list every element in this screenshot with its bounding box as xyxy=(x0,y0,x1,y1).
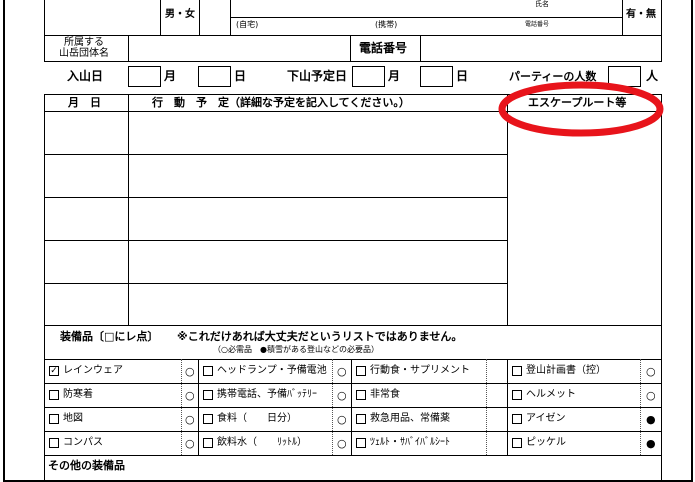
mobile-phone-label: (携帯) xyxy=(375,20,398,29)
equipment-checkbox[interactable] xyxy=(356,414,366,424)
equipment-checkbox[interactable] xyxy=(356,366,366,376)
schedule-plan-header: 行 動 予 定（詳細な予定を記入してください。） xyxy=(152,96,410,109)
escape-route-field[interactable] xyxy=(508,112,661,326)
org-row xyxy=(44,35,662,62)
equipment-checkbox[interactable] xyxy=(512,414,522,424)
equipment-title: 装備品〔□にレ点〕 xyxy=(60,330,159,343)
equipment-mark: ○ xyxy=(646,389,656,402)
equipment-item-label: レインウェア xyxy=(63,365,123,376)
equipment-item-label: 行動食・サプリメント xyxy=(370,365,470,376)
exit-month-field[interactable] xyxy=(352,66,385,87)
equipment-item-label: 地図 xyxy=(63,413,83,424)
equipment-mark: ● xyxy=(646,437,656,450)
org-phone-label: 電話番号 xyxy=(359,41,408,55)
schedule-row[interactable] xyxy=(129,112,506,154)
equipment-item-label: 防寒着 xyxy=(63,389,93,400)
equipment-checkbox[interactable] xyxy=(49,438,59,448)
equipment-checkbox[interactable] xyxy=(356,390,366,400)
home-phone-label: (自宅) xyxy=(236,20,259,29)
equipment-item-label: ヘルメット xyxy=(526,389,576,400)
month-unit: 月 xyxy=(164,69,177,83)
org-label-line2: 山岳団体名 xyxy=(59,48,109,59)
equipment-mark: ○ xyxy=(646,365,656,378)
equipment-mark: ○ xyxy=(185,389,195,402)
equipment-mark: ● xyxy=(646,413,656,426)
equipment-checkbox[interactable] xyxy=(203,438,213,448)
sex-option[interactable]: 男・女 xyxy=(165,10,195,20)
schedule-row[interactable] xyxy=(129,198,506,240)
equipment-checkbox[interactable] xyxy=(512,366,522,376)
equipment-checkbox[interactable] xyxy=(356,438,366,448)
equipment-item-label: 登山計画書（控） xyxy=(526,365,606,376)
equipment-mark: ○ xyxy=(337,413,347,426)
enter-day-field[interactable] xyxy=(198,66,231,87)
schedule-row[interactable] xyxy=(129,155,506,197)
equipment-item-label: ピッケル xyxy=(526,437,566,448)
equipment-item-label: 飲料水（ ﾘｯﾄﾙ） xyxy=(217,437,307,448)
equipment-legend: （○必需品 ●積雪がある登山などの必要品） xyxy=(213,345,379,354)
schedule-row[interactable] xyxy=(129,284,506,326)
enter-date-label: 入山日 xyxy=(67,69,104,83)
equipment-item-label: ﾂｪﾙﾄ・ｻﾊﾞｲﾊﾞﾙｼｰﾄ xyxy=(370,437,450,448)
equipment-note: ※これだけあれば大丈夫だというリストではありません。 xyxy=(177,330,463,343)
equipment-item-label: アイゼン xyxy=(526,413,566,424)
exit-date-label: 下山予定日 xyxy=(287,69,348,83)
equipment-item-label: 救急用品、常備薬 xyxy=(370,413,450,424)
equipment-mark: ○ xyxy=(185,437,195,450)
day-unit: 日 xyxy=(234,69,247,83)
equipment-checkbox[interactable]: ✓ xyxy=(49,366,59,376)
equipment-mark: ○ xyxy=(185,413,195,426)
other-equipment-label: その他の装備品 xyxy=(48,459,125,472)
schedule-row[interactable] xyxy=(129,241,506,283)
highlight-ellipse xyxy=(498,81,664,137)
equipment-checkbox[interactable] xyxy=(512,390,522,400)
equipment-item-label: 携帯電話、予備ﾊﾞｯﾃﾘｰ xyxy=(217,389,317,400)
equipment-item-label: 食料（ 日分） xyxy=(217,413,297,424)
equipment-mark: ○ xyxy=(185,365,195,378)
enter-month-field[interactable] xyxy=(128,66,161,87)
phone-number-small-label: 電話番号 xyxy=(525,21,550,28)
equipment-checkbox[interactable] xyxy=(49,414,59,424)
equipment-checkbox[interactable] xyxy=(49,390,59,400)
equipment-checkbox[interactable] xyxy=(512,438,522,448)
equipment-item-label: コンパス xyxy=(63,437,103,448)
equipment-checkbox[interactable] xyxy=(203,414,213,424)
equipment-checkbox[interactable] xyxy=(203,390,213,400)
name-label: 氏名 xyxy=(535,0,549,8)
equipment-mark: ○ xyxy=(337,389,347,402)
equipment-item-label: ヘッドランプ・予備電池 xyxy=(217,365,327,376)
schedule-date-header: 月 日 xyxy=(68,96,101,109)
equipment-checkbox[interactable] xyxy=(203,366,213,376)
equipment-item-label: 非常食 xyxy=(370,389,400,400)
org-label-line1: 所属する xyxy=(64,37,104,48)
equipment-mark: ○ xyxy=(337,437,347,450)
exit-day-field[interactable] xyxy=(420,66,453,87)
exit-day-unit: 日 xyxy=(456,69,469,83)
equipment-mark: ○ xyxy=(337,365,347,378)
exit-month-unit: 月 xyxy=(388,69,401,83)
member-row xyxy=(44,0,662,36)
yes-no-option[interactable]: 有・無 xyxy=(626,10,656,20)
